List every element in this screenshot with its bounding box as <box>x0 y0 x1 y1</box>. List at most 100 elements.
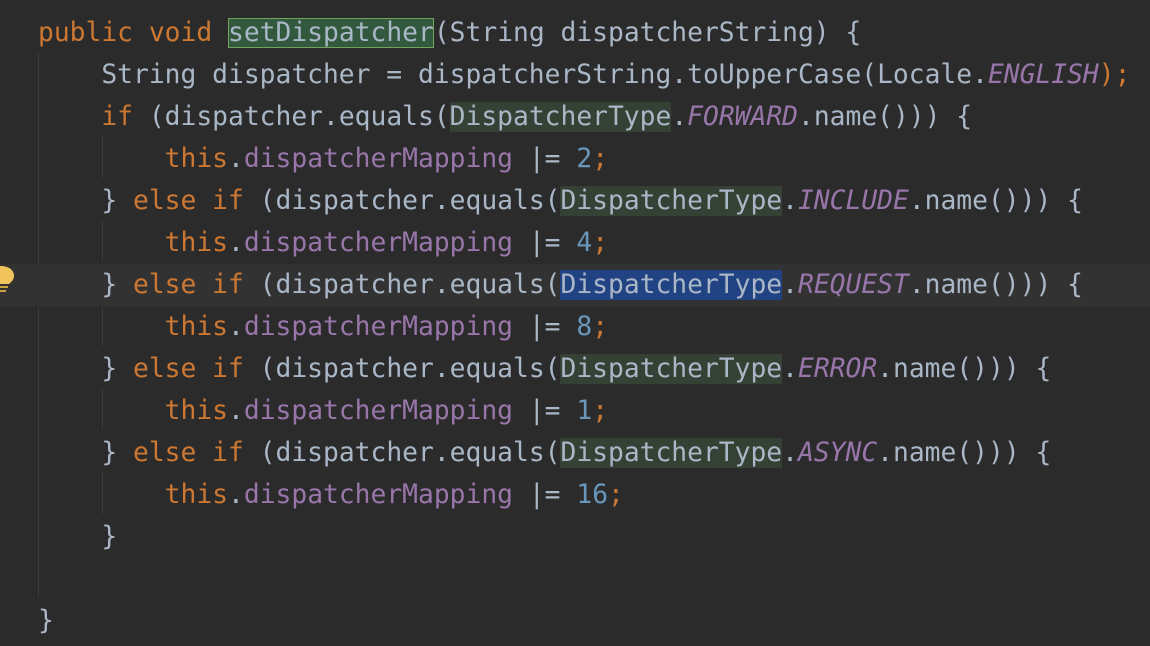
code-line[interactable]: String dispatcher = dispatcherString.toU… <box>0 54 1150 96</box>
code-token: . <box>228 396 244 426</box>
code-text: if (dispatcher.equals(DispatcherType.FOR… <box>38 96 972 138</box>
code-token: INCLUDE <box>797 186 909 216</box>
code-token: ASYNC <box>797 438 878 468</box>
code-text: } else if (dispatcher.equals(DispatcherT… <box>38 432 1051 474</box>
code-token: } <box>38 522 118 552</box>
code-token: } <box>38 354 133 384</box>
code-token: this <box>164 480 229 510</box>
code-token: . <box>228 480 244 510</box>
code-token: public <box>38 18 149 48</box>
lightbulb-icon[interactable] <box>0 264 16 294</box>
code-line[interactable]: } <box>0 600 1150 642</box>
code-text: this.dispatcherMapping |= 8; <box>38 306 608 348</box>
code-token: ENGLISH <box>987 60 1099 90</box>
code-token: dispatcherMapping <box>243 144 514 174</box>
code-token: (dispatcher.equals( <box>148 102 450 132</box>
code-token: void <box>148 18 228 48</box>
code-text: } else if (dispatcher.equals(DispatcherT… <box>38 348 1051 390</box>
code-token: else if <box>133 270 260 300</box>
code-token: if <box>101 102 149 132</box>
code-text: this.dispatcherMapping |= 16; <box>38 474 624 516</box>
code-token: . <box>228 228 244 258</box>
code-token: .name())) { <box>908 270 1083 300</box>
code-token: } <box>38 606 54 636</box>
code-token: (dispatcher.equals( <box>259 186 561 216</box>
code-line[interactable]: this.dispatcherMapping |= 1; <box>0 390 1150 432</box>
code-token: |= <box>513 480 577 510</box>
code-token: String dispatcher = dispatcherString.toU… <box>38 60 988 90</box>
code-line[interactable]: this.dispatcherMapping |= 4; <box>0 222 1150 264</box>
code-text: } <box>38 516 117 558</box>
code-editor[interactable]: public void setDispatcher(String dispatc… <box>0 0 1150 646</box>
code-token: else if <box>133 438 260 468</box>
code-token: 8 <box>576 312 593 342</box>
code-line[interactable]: this.dispatcherMapping |= 2; <box>0 138 1150 180</box>
code-token: DispatcherType <box>560 270 783 300</box>
code-token: DispatcherType <box>449 102 672 132</box>
code-token: this <box>164 396 229 426</box>
code-line[interactable] <box>0 558 1150 600</box>
code-token: dispatcherMapping <box>243 312 514 342</box>
code-token: ); <box>1098 60 1131 90</box>
code-line[interactable]: } else if (dispatcher.equals(DispatcherT… <box>0 180 1150 222</box>
code-token: (dispatcher.equals( <box>259 354 561 384</box>
code-token: REQUEST <box>797 270 909 300</box>
code-token: dispatcherMapping <box>243 396 514 426</box>
code-token: ; <box>592 144 609 174</box>
code-token: |= <box>513 312 577 342</box>
code-token: } <box>38 438 133 468</box>
code-line[interactable]: } else if (dispatcher.equals(DispatcherT… <box>0 264 1150 306</box>
code-text: public void setDispatcher(String dispatc… <box>38 12 861 54</box>
code-token: } <box>38 270 133 300</box>
code-text: this.dispatcherMapping |= 4; <box>38 222 608 264</box>
code-token: (String dispatcherString) { <box>433 18 862 48</box>
code-token: ; <box>592 396 609 426</box>
code-token: |= <box>513 144 577 174</box>
code-text: this.dispatcherMapping |= 1; <box>38 390 608 432</box>
code-token: 4 <box>576 228 593 258</box>
code-line[interactable]: } else if (dispatcher.equals(DispatcherT… <box>0 348 1150 390</box>
code-text: String dispatcher = dispatcherString.toU… <box>38 54 1130 96</box>
code-token: ; <box>592 312 609 342</box>
code-token: this <box>164 228 229 258</box>
code-text: this.dispatcherMapping |= 2; <box>38 138 608 180</box>
code-line[interactable]: public void setDispatcher(String dispatc… <box>0 12 1150 54</box>
code-token: .name())) { <box>797 102 973 132</box>
code-token: 1 <box>576 396 593 426</box>
code-token: DispatcherType <box>560 186 783 216</box>
code-token: ; <box>608 480 624 510</box>
code-token: DispatcherType <box>560 354 783 384</box>
code-token: this <box>164 312 229 342</box>
code-token: DispatcherType <box>560 438 783 468</box>
code-token: . <box>782 186 798 216</box>
code-line[interactable]: } <box>0 516 1150 558</box>
code-token: (dispatcher.equals( <box>259 438 561 468</box>
code-token: else if <box>133 186 260 216</box>
code-token: . <box>782 354 798 384</box>
code-line[interactable]: this.dispatcherMapping |= 16; <box>0 474 1150 516</box>
code-token: FORWARD <box>687 102 798 132</box>
code-text: } <box>38 600 54 642</box>
code-token: |= <box>513 396 577 426</box>
code-token: . <box>782 270 798 300</box>
code-token: 2 <box>576 144 593 174</box>
code-token: dispatcherMapping <box>243 228 514 258</box>
code-token: .name())) { <box>908 186 1083 216</box>
code-token: .name())) { <box>877 438 1052 468</box>
code-token: this <box>164 144 229 174</box>
code-text: } else if (dispatcher.equals(DispatcherT… <box>38 264 1083 306</box>
code-token: dispatcherMapping <box>243 480 514 510</box>
code-token: else if <box>133 354 260 384</box>
code-token: } <box>38 186 133 216</box>
code-line[interactable]: } else if (dispatcher.equals(DispatcherT… <box>0 432 1150 474</box>
code-token: . <box>228 144 244 174</box>
code-line[interactable]: if (dispatcher.equals(DispatcherType.FOR… <box>0 96 1150 138</box>
code-token: . <box>228 312 244 342</box>
code-line[interactable]: this.dispatcherMapping |= 8; <box>0 306 1150 348</box>
code-text: } else if (dispatcher.equals(DispatcherT… <box>38 180 1083 222</box>
